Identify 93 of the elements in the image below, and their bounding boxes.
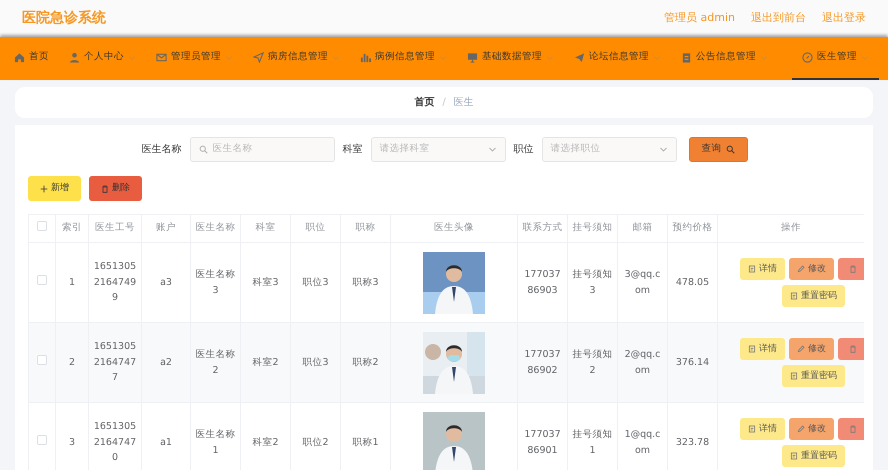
document-icon xyxy=(748,265,756,273)
nav-tab[interactable]: 病例信息管理 xyxy=(350,37,457,80)
table-cell: 医生名称2 xyxy=(190,322,240,402)
plus-icon xyxy=(40,184,48,192)
table-cell: 165130521647477 xyxy=(88,322,142,402)
table-cell: 职位3 xyxy=(290,322,340,402)
user-icon xyxy=(69,52,80,63)
reset-password-button[interactable]: 重置密码 xyxy=(782,365,845,387)
search-icon xyxy=(726,145,734,154)
checkbox[interactable] xyxy=(37,434,47,445)
document-icon xyxy=(748,425,756,433)
chevron-down-icon xyxy=(439,54,447,62)
breadcrumb-link[interactable]: 首页 xyxy=(414,95,434,110)
table-cell: 挂号须知2 xyxy=(568,322,618,402)
detail-button[interactable]: 详情 xyxy=(740,258,785,280)
edit-button[interactable]: 修改 xyxy=(789,258,834,280)
table-cell: 2 xyxy=(56,322,88,402)
document-icon xyxy=(790,372,798,380)
detail-button[interactable]: 详情 xyxy=(740,338,785,360)
monitor-icon xyxy=(467,52,478,63)
chevron-down-icon xyxy=(546,54,554,62)
pencil-icon xyxy=(797,265,805,273)
field-label: 科室 xyxy=(342,142,362,157)
nav-tab[interactable]: 医生管理 xyxy=(792,37,879,80)
edit-button[interactable]: 修改 xyxy=(789,338,834,360)
trash-icon xyxy=(101,184,109,192)
pencil-icon xyxy=(797,345,805,353)
breadcrumb-separator: / xyxy=(442,96,446,110)
send-icon xyxy=(253,52,264,63)
chevron-down-icon xyxy=(760,54,768,62)
column-header: 联系方式 xyxy=(518,214,568,242)
chevron-down-icon xyxy=(225,54,233,62)
delete-button[interactable] xyxy=(838,338,864,360)
table-cell: 职称2 xyxy=(340,322,390,402)
field-label: 职位 xyxy=(514,143,534,157)
edit-button[interactable]: 修改 xyxy=(789,418,834,440)
nav-tab[interactable]: 基础数据管理 xyxy=(457,37,564,80)
clipboard-icon xyxy=(681,52,692,63)
nav-tab[interactable]: 公告信息管理 xyxy=(671,37,778,80)
column-header: 邮箱 xyxy=(618,214,668,242)
delete-button[interactable] xyxy=(838,258,864,280)
nav-tab[interactable]: 个人中心 xyxy=(59,37,146,80)
nav-tab[interactable]: 论坛信息管理 xyxy=(564,37,671,80)
delete-button[interactable] xyxy=(838,418,864,440)
reset-password-button[interactable]: 重置密码 xyxy=(782,445,845,467)
trash-icon xyxy=(849,425,857,433)
column-header: 科室 xyxy=(240,214,290,242)
search-button[interactable]: 查询 xyxy=(688,137,748,162)
compass-icon xyxy=(802,52,813,63)
chevron-down-icon xyxy=(653,54,661,62)
checkbox[interactable] xyxy=(37,274,47,285)
checkbox[interactable] xyxy=(37,354,47,365)
home-icon xyxy=(14,52,25,63)
checkbox[interactable] xyxy=(37,220,47,231)
chevron-down-icon xyxy=(658,145,668,154)
column-header: 挂号须知 xyxy=(568,214,618,242)
table-cell: 17703786902 xyxy=(518,322,568,402)
column-header: 职位 xyxy=(290,214,340,242)
column-header: 职称 xyxy=(340,214,390,242)
trash-icon xyxy=(849,265,857,273)
trash-icon xyxy=(849,345,857,353)
document-icon xyxy=(748,345,756,353)
column-header: 预约价格 xyxy=(668,214,718,242)
chevron-down-icon xyxy=(128,54,136,62)
app-title: 医院急诊系统 xyxy=(22,9,106,28)
reset-password-button[interactable]: 重置密码 xyxy=(782,285,845,307)
plane-icon xyxy=(574,52,585,63)
field-label: 医生名称 xyxy=(142,142,182,157)
column-header: 账户 xyxy=(142,214,190,242)
nav-tab[interactable]: 管理员管理 xyxy=(146,37,243,80)
search-icon xyxy=(198,145,208,154)
mail-icon xyxy=(156,52,167,63)
bar-chart-icon xyxy=(360,52,371,63)
column-header: 医生名称 xyxy=(190,214,240,242)
table-cell: 科室2 xyxy=(240,322,290,402)
column-header: 医生头像 xyxy=(390,214,518,242)
document-icon xyxy=(790,292,798,300)
nav-tab[interactable]: 病房信息管理 xyxy=(243,37,350,80)
chevron-down-icon xyxy=(332,54,340,62)
document-icon xyxy=(790,452,798,460)
chevron-down-icon xyxy=(861,54,869,62)
add-button[interactable]: 新增 xyxy=(28,176,81,201)
pencil-icon xyxy=(797,425,805,433)
column-header: 医生工号 xyxy=(88,214,142,242)
delete-button[interactable]: 删除 xyxy=(89,176,142,201)
detail-button[interactable]: 详情 xyxy=(740,418,785,440)
table-cell: a2 xyxy=(142,322,190,402)
chevron-down-icon xyxy=(488,145,496,154)
column-header: 操作 xyxy=(718,214,864,242)
nav-tab[interactable]: 首页 xyxy=(4,37,59,80)
column-header: 索引 xyxy=(56,214,88,242)
table-cell: 2@qq.com xyxy=(618,322,668,402)
table-cell: 376.14 xyxy=(668,322,718,402)
